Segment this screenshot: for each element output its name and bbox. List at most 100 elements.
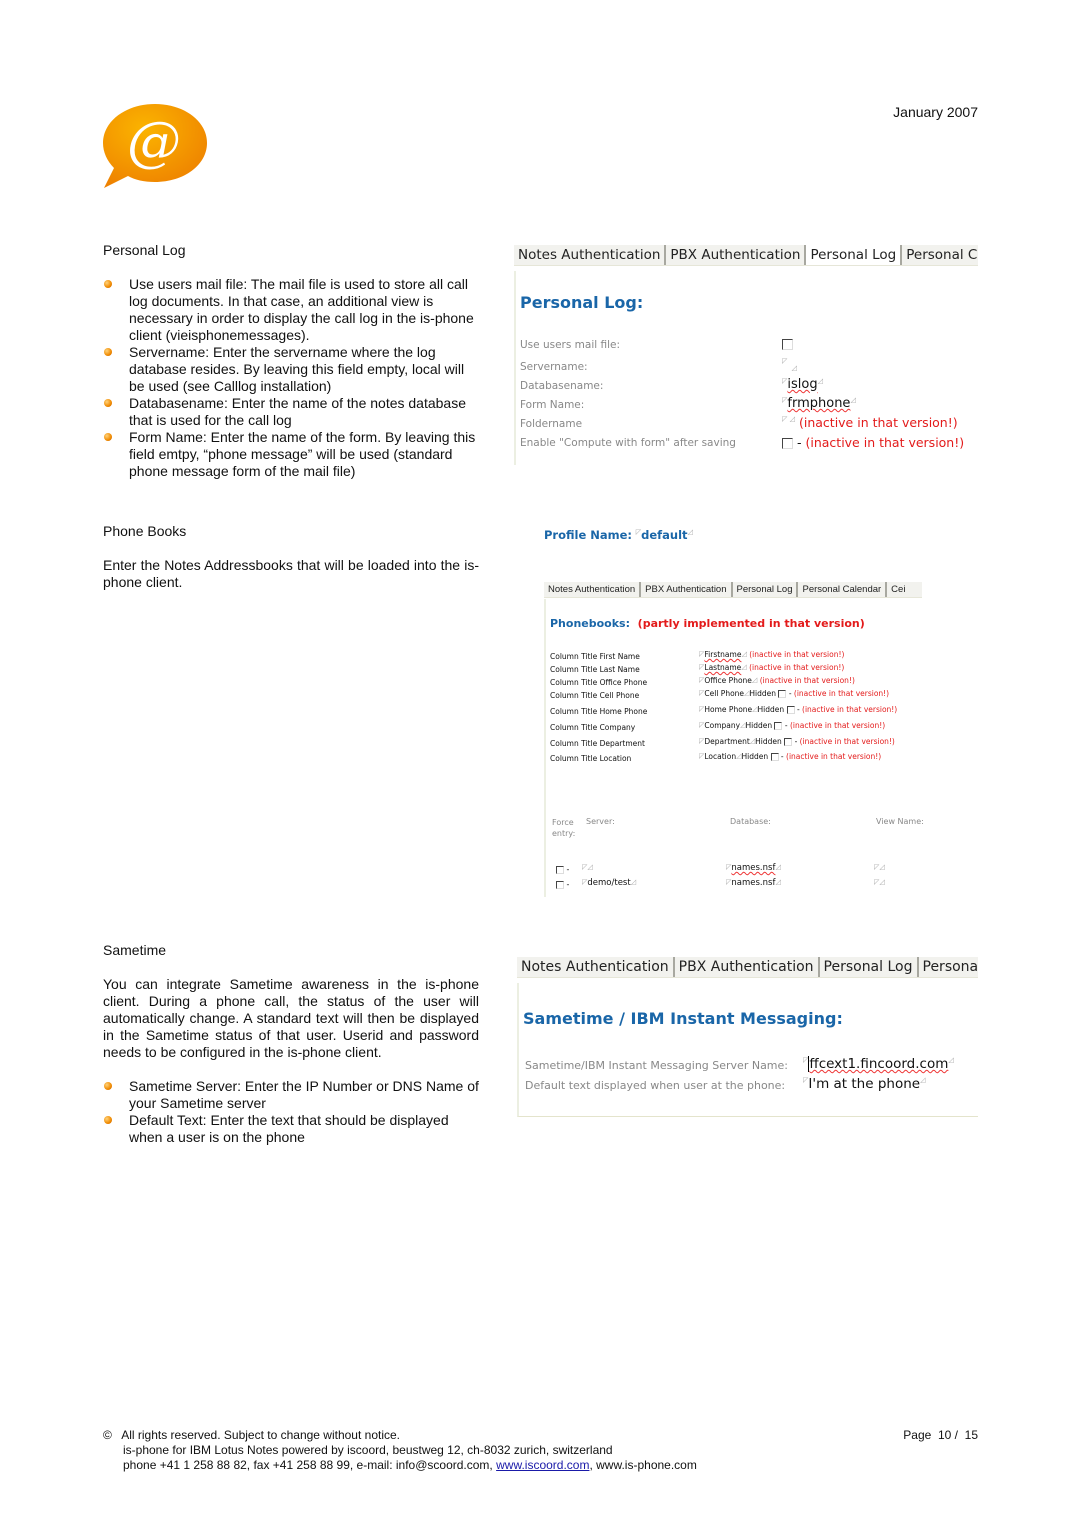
column-title-label: Column Title Company <box>550 723 636 732</box>
tab-notes-authentication[interactable]: Notes Authentication <box>544 582 642 597</box>
foldername-field[interactable]: ◸ ◿ <box>782 415 795 423</box>
section-heading-phone-books: Phone Books <box>103 523 187 539</box>
column-title-field: ◸Office Phone◿ (inactive in that version… <box>699 676 855 685</box>
column-title-label: Column Title First Name <box>550 652 640 661</box>
section-heading-sametime: Sametime <box>103 942 167 958</box>
hidden-checkbox[interactable] <box>774 722 783 730</box>
column-title-label: Column Title Cell Phone <box>550 691 640 700</box>
hidden-label: Hidden <box>749 689 777 698</box>
column-header-force-entry: Force entry: <box>552 818 576 838</box>
tab-pbx-authentication[interactable]: PBX Authentication <box>641 582 733 597</box>
field-label: Servername: <box>520 361 588 373</box>
column-title-label: Column Title Home Phone <box>550 707 648 716</box>
address-line: is-phone for IBM Lotus Notes powered by … <box>123 1443 613 1457</box>
hidden-checkbox[interactable] <box>770 753 779 761</box>
column-value[interactable]: Home Phone <box>704 705 752 714</box>
partly-implemented-note: (partly implemented in that version) <box>637 617 865 630</box>
column-title-field: ◸Company◿Hidden - (inactive in that vers… <box>699 721 886 730</box>
view-name-field[interactable]: ◸◿ <box>874 878 885 888</box>
tab-notes-authentication[interactable]: Notes Authentication <box>517 957 675 977</box>
contact-line: phone +41 1 258 88 82, fax +41 258 88 99… <box>123 1458 497 1472</box>
server-field[interactable]: ◸◿ <box>582 863 593 873</box>
panel-title: Phonebooks: <box>550 617 630 630</box>
profile-name: Profile Name: ◸default◿ <box>544 528 693 542</box>
column-title-field: ◸Cell Phone◿Hidden - (inactive in that v… <box>699 689 890 698</box>
inactive-note: (inactive in that version!) <box>789 721 886 730</box>
hidden-label: Hidden <box>755 737 782 746</box>
iscoord-link[interactable]: www.iscoord.com <box>496 1458 589 1472</box>
personal-log-screenshot: Notes Authentication PBX Authentication … <box>514 245 978 465</box>
column-title-field: ◸Firstname◿ (inactive in that version!) <box>699 650 845 659</box>
tab-bar: Notes Authentication PBX Authentication … <box>544 582 922 598</box>
tab-notes-authentication[interactable]: Notes Authentication <box>514 245 667 265</box>
field-label: Sametime/IBM Instant Messaging Server Na… <box>525 1059 789 1072</box>
sametime-bullets: Sametime Server: Enter the IP Number or … <box>103 1078 483 1146</box>
hidden-label: Hidden <box>757 705 785 714</box>
column-header-server: Server: <box>586 817 615 826</box>
column-value[interactable]: Location <box>704 752 736 761</box>
footer: © All rights reserved. Subject to change… <box>103 1428 697 1473</box>
inactive-note: (inactive in that version!) <box>786 752 882 761</box>
column-header-database: Database: <box>730 817 771 826</box>
use-mail-file-checkbox[interactable] <box>782 339 793 350</box>
tab-personal-log[interactable]: Personal Log <box>820 957 919 977</box>
column-value[interactable]: Office Phone <box>704 676 752 685</box>
column-value[interactable]: Firstname <box>704 650 741 659</box>
servername-field[interactable]: ◸ ◿ <box>782 357 797 372</box>
tab-personal-log[interactable]: Personal Log <box>806 245 903 265</box>
tab-personal[interactable]: Persona <box>919 957 979 977</box>
hidden-label: Hidden <box>741 752 769 761</box>
page-number: Page 10 / 15 <box>903 1428 978 1442</box>
force-entry-checkbox[interactable] <box>556 880 564 889</box>
sametime-server-field[interactable]: ◸ffcext1.fincoord.com◿ <box>803 1056 954 1072</box>
view-name-field[interactable]: ◸◿ <box>874 863 885 873</box>
panel-title: Sametime / IBM Instant Messaging: <box>523 1009 843 1028</box>
sametime-text: You can integrate Sametime awareness in … <box>103 976 479 1060</box>
tab-personal-calendar[interactable]: Personal Calendar <box>798 582 888 597</box>
inactive-note: (inactive in that version!) <box>749 650 845 659</box>
section-heading-personal-log: Personal Log <box>103 242 186 258</box>
list-item: Databasename: Enter the name of the note… <box>103 395 483 429</box>
column-title-field: ◸Home Phone◿Hidden - (inactive in that v… <box>699 705 898 714</box>
tab-more[interactable]: Cei <box>887 582 909 597</box>
form-name-field[interactable]: ◸frmphone◿ <box>782 396 856 411</box>
list-item: Default Text: Enter the text that should… <box>103 1112 483 1146</box>
field-label: Enable "Compute with form" after saving <box>520 437 736 449</box>
hidden-checkbox[interactable] <box>778 690 787 698</box>
column-title-label: Column Title Last Name <box>550 665 640 674</box>
phone-books-text: Enter the Notes Addressbooks that will b… <box>103 557 479 590</box>
databasename-field[interactable]: ◸islog◿ <box>782 377 823 392</box>
hidden-checkbox[interactable] <box>786 706 795 714</box>
field-label: Default text displayed when user at the … <box>525 1079 786 1092</box>
list-item: Form Name: Enter the name of the form. B… <box>103 429 483 480</box>
copyright-text: All rights reserved. Subject to change w… <box>121 1428 401 1442</box>
default-text-field[interactable]: ◸I'm at the phone◿ <box>803 1076 925 1092</box>
column-value[interactable]: Department <box>704 737 749 746</box>
column-value[interactable]: Cell Phone <box>704 689 744 698</box>
server-field[interactable]: ◸demo/test◿ <box>582 878 636 888</box>
database-field[interactable]: ◸names.nsf◿ <box>726 863 781 873</box>
compute-with-form-checkbox[interactable] <box>782 438 793 449</box>
inactive-note: (inactive in that version!) <box>798 415 958 430</box>
svg-text:@: @ <box>127 110 181 173</box>
logo: @ <box>103 104 207 188</box>
column-value[interactable]: Lastname <box>704 663 741 672</box>
tab-personal-calendar[interactable]: Personal Cale <box>902 245 978 265</box>
force-entry-checkbox[interactable] <box>556 865 564 874</box>
column-value[interactable]: Company <box>704 721 740 730</box>
phonebooks-screenshot: Notes Authentication PBX Authentication … <box>544 582 924 897</box>
hidden-checkbox[interactable] <box>784 738 793 746</box>
field-label: Use users mail file: <box>520 339 621 351</box>
tab-pbx-authentication[interactable]: PBX Authentication <box>666 245 807 265</box>
tab-bar: Notes Authentication PBX Authentication … <box>514 245 978 266</box>
personal-log-bullets: Use users mail file: The mail file is us… <box>103 276 483 480</box>
tab-pbx-authentication[interactable]: PBX Authentication <box>675 957 820 977</box>
tab-personal-log[interactable]: Personal Log <box>733 582 799 597</box>
field-label: Form Name: <box>520 399 585 411</box>
document-date: January 2007 <box>893 104 978 120</box>
database-field[interactable]: ◸names.nsf◿ <box>726 878 781 888</box>
inactive-note: (inactive in that version!) <box>759 676 855 685</box>
profile-name-value[interactable]: default <box>641 528 687 542</box>
field-label: Foldername <box>520 418 583 430</box>
inactive-note: (inactive in that version!) <box>793 689 890 698</box>
